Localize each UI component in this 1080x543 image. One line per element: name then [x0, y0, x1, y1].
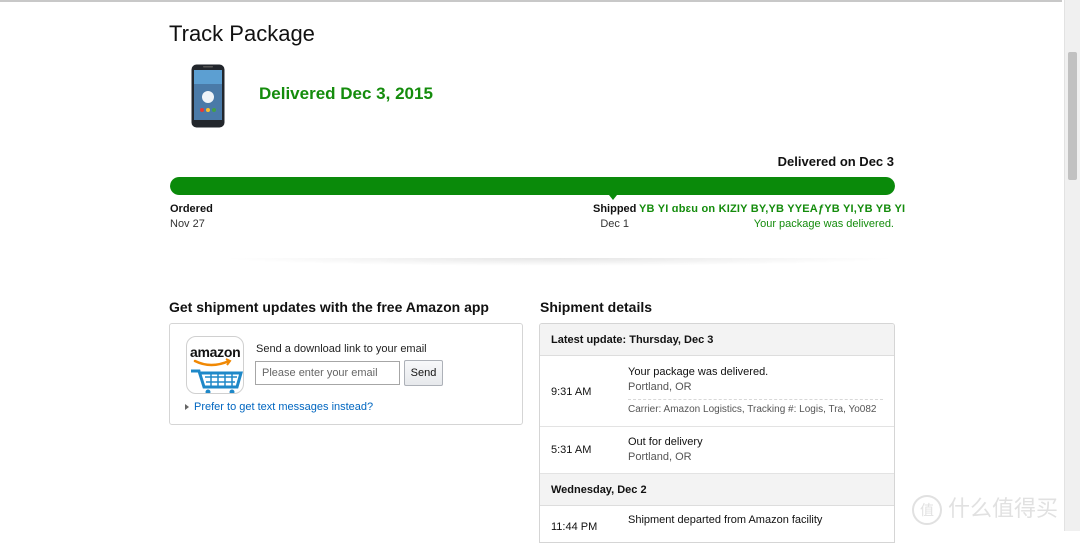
- event-description: Your package was delivered.: [628, 366, 769, 378]
- latest-update-header: Latest update: Thursday, Dec 3: [540, 324, 894, 356]
- tracking-event: 5:31 AM Out for delivery Portland, OR: [540, 427, 894, 474]
- section-divider: [220, 258, 900, 266]
- page-title: Track Package: [169, 20, 315, 46]
- milestone-date: Nov 27: [170, 218, 205, 230]
- carrier-text: Carrier: Amazon Logistics, Tracking #: L…: [628, 404, 860, 415]
- event-time: 11:44 PM: [551, 521, 598, 533]
- watermark-logo: 值: [912, 495, 942, 526]
- watermark-text: 什么值得买: [948, 496, 1059, 521]
- shipped-marker-icon: [609, 195, 617, 200]
- progress-fill: [170, 177, 895, 195]
- email-input[interactable]: [255, 361, 400, 385]
- vertical-scrollbar[interactable]: [1064, 0, 1080, 531]
- scrollbar-thumb[interactable]: [1068, 52, 1077, 180]
- garbled-text-overlay: YB YI ɑbɛu on KIZIY BY,YB YYEAƒYB YI,YB …: [639, 203, 906, 215]
- milestone-shipped: Shipped Dec 1: [593, 202, 636, 232]
- milestone-label: Shipped: [593, 203, 637, 215]
- app-promo-title: Get shipment updates with the free Amazo…: [169, 299, 489, 315]
- delivered-on-label: Delivered on Dec 3: [777, 154, 894, 169]
- carrier-tracking-info: Carrier: Amazon Logistics, Tracking #: L…: [628, 404, 876, 415]
- email-prompt: Send a download link to your email: [256, 343, 427, 355]
- shipment-details-panel: Latest update: Thursday, Dec 3 9:31 AM Y…: [539, 323, 895, 543]
- text-messages-link-label: Prefer to get text messages instead?: [194, 401, 374, 413]
- product-image: [191, 64, 225, 128]
- shipment-details-title: Shipment details: [540, 299, 653, 315]
- event-separator: [628, 399, 883, 400]
- day-header: Wednesday, Dec 2: [540, 474, 894, 506]
- caret-right-icon: [185, 404, 189, 411]
- window-top-border: [0, 0, 1062, 2]
- app-promo-panel: amazon Send a download link to your emai…: [169, 323, 523, 425]
- text-messages-link[interactable]: Prefer to get text messages instead?: [185, 401, 373, 413]
- milestone-label: Ordered: [170, 203, 213, 215]
- event-description: Out for delivery: [628, 436, 703, 448]
- delivery-progress-bar: [170, 177, 895, 195]
- milestone-date: Dec 1: [600, 218, 630, 230]
- event-time: 5:31 AM: [551, 444, 592, 456]
- site-watermark: 值什么值得买: [912, 491, 1059, 526]
- event-description: Shipment departed from Amazon facility: [628, 514, 823, 526]
- delivery-status-heading: Delivered Dec 3, 2015: [259, 84, 433, 103]
- event-location: Portland, OR: [628, 451, 692, 463]
- cart-icon: [191, 358, 243, 393]
- send-button[interactable]: Send: [404, 360, 443, 386]
- amazon-app-icon: amazon: [186, 336, 244, 394]
- tracking-number-tail: 082: [859, 404, 877, 415]
- tracking-event: 11:44 PM Shipment departed from Amazon f…: [540, 506, 894, 542]
- milestone-ordered: Ordered Nov 27: [170, 202, 213, 232]
- event-time: 9:31 AM: [551, 386, 592, 398]
- event-location: Portland, OR: [628, 381, 692, 393]
- milestone-delivered-note: Your package was delivered.: [753, 218, 894, 230]
- tracking-event: 9:31 AM Your package was delivered. Port…: [540, 356, 894, 427]
